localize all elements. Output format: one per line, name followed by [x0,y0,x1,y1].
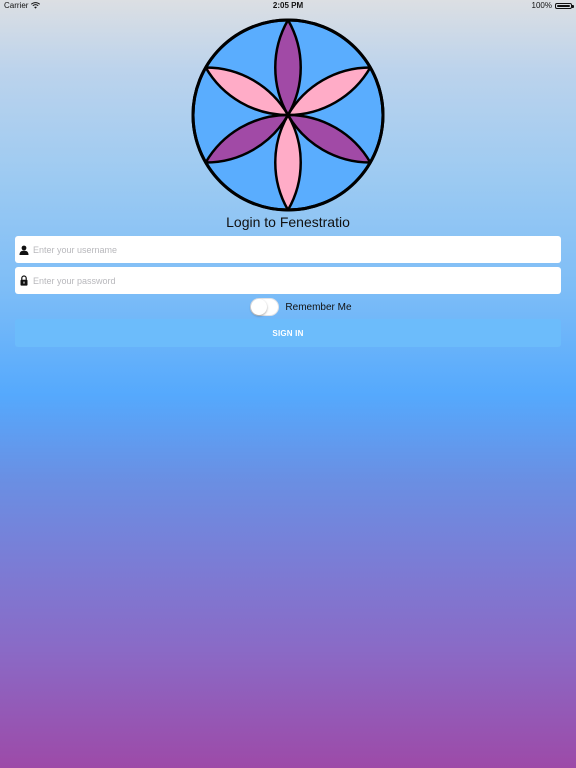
battery-group: 100% [531,1,574,10]
battery-percent: 100% [531,1,552,10]
user-icon [15,236,33,263]
remember-me-row: Remember Me [0,297,576,317]
flower-of-life-logo [191,18,385,212]
sign-in-button[interactable]: SIGN IN [15,319,561,347]
password-input[interactable] [33,267,561,294]
remember-me-label: Remember Me [285,301,352,313]
username-input[interactable] [33,236,561,263]
login-title: Login to Fenestratio [226,214,350,230]
status-bar: Carrier 2:05 PM 100% [0,0,576,12]
battery-icon [555,2,574,9]
status-time: 2:05 PM [272,1,304,10]
lock-icon [15,267,33,294]
password-field[interactable] [15,267,561,294]
toggle-knob [251,299,268,315]
remember-me-toggle[interactable] [250,298,280,316]
username-field[interactable] [15,236,561,263]
